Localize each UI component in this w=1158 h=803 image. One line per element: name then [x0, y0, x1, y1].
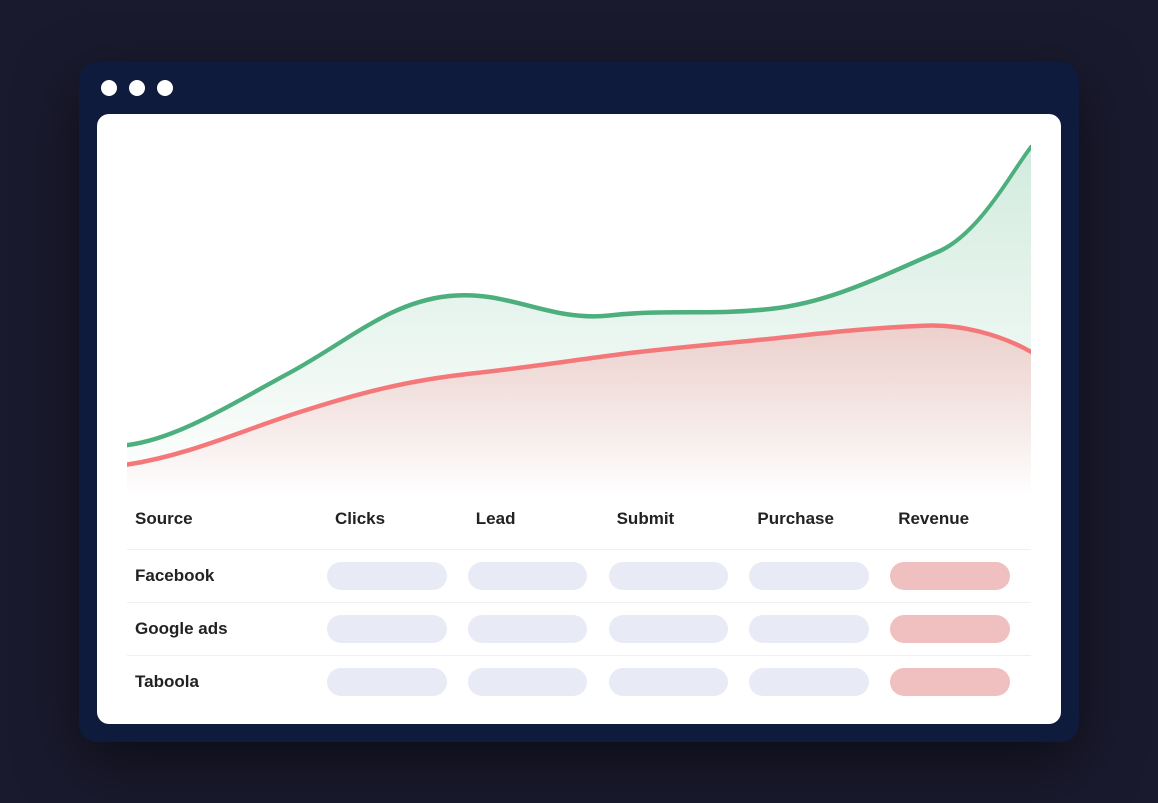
col-header-submit: Submit — [609, 505, 750, 533]
row-label-facebook: Facebook — [127, 562, 327, 590]
pill-taboola-purchase — [749, 668, 869, 696]
window-dot-red[interactable] — [101, 80, 117, 96]
table-divider-3 — [127, 655, 1031, 656]
window-content: Source Clicks Lead Submit Purchase Reven… — [97, 114, 1061, 724]
chart-area — [127, 134, 1031, 497]
pill-google-clicks — [327, 615, 447, 643]
pill-taboola-clicks — [327, 668, 447, 696]
pill-google-revenue — [890, 615, 1010, 643]
pill-facebook-lead — [468, 562, 588, 590]
col-header-purchase: Purchase — [749, 505, 890, 533]
browser-window: Source Clicks Lead Submit Purchase Reven… — [79, 62, 1079, 742]
pill-google-submit — [609, 615, 729, 643]
table-header: Source Clicks Lead Submit Purchase Reven… — [127, 497, 1031, 545]
pill-facebook-clicks — [327, 562, 447, 590]
pill-facebook-revenue — [890, 562, 1010, 590]
window-dot-yellow[interactable] — [129, 80, 145, 96]
row-label-google: Google ads — [127, 615, 327, 643]
col-header-source: Source — [127, 505, 327, 533]
pill-google-purchase — [749, 615, 869, 643]
line-chart — [127, 134, 1031, 497]
table-row: Google ads — [127, 607, 1031, 651]
window-dot-green[interactable] — [157, 80, 173, 96]
col-header-lead: Lead — [468, 505, 609, 533]
col-header-revenue: Revenue — [890, 505, 1031, 533]
pill-taboola-lead — [468, 668, 588, 696]
pill-google-lead — [468, 615, 588, 643]
pill-taboola-revenue — [890, 668, 1010, 696]
title-bar — [79, 62, 1079, 114]
pill-taboola-submit — [609, 668, 729, 696]
row-label-taboola: Taboola — [127, 668, 327, 696]
pill-facebook-purchase — [749, 562, 869, 590]
table-row: Facebook — [127, 554, 1031, 598]
data-table: Source Clicks Lead Submit Purchase Reven… — [127, 497, 1031, 704]
table-row: Taboola — [127, 660, 1031, 704]
pill-facebook-submit — [609, 562, 729, 590]
table-divider-2 — [127, 602, 1031, 603]
table-divider-1 — [127, 549, 1031, 550]
col-header-clicks: Clicks — [327, 505, 468, 533]
